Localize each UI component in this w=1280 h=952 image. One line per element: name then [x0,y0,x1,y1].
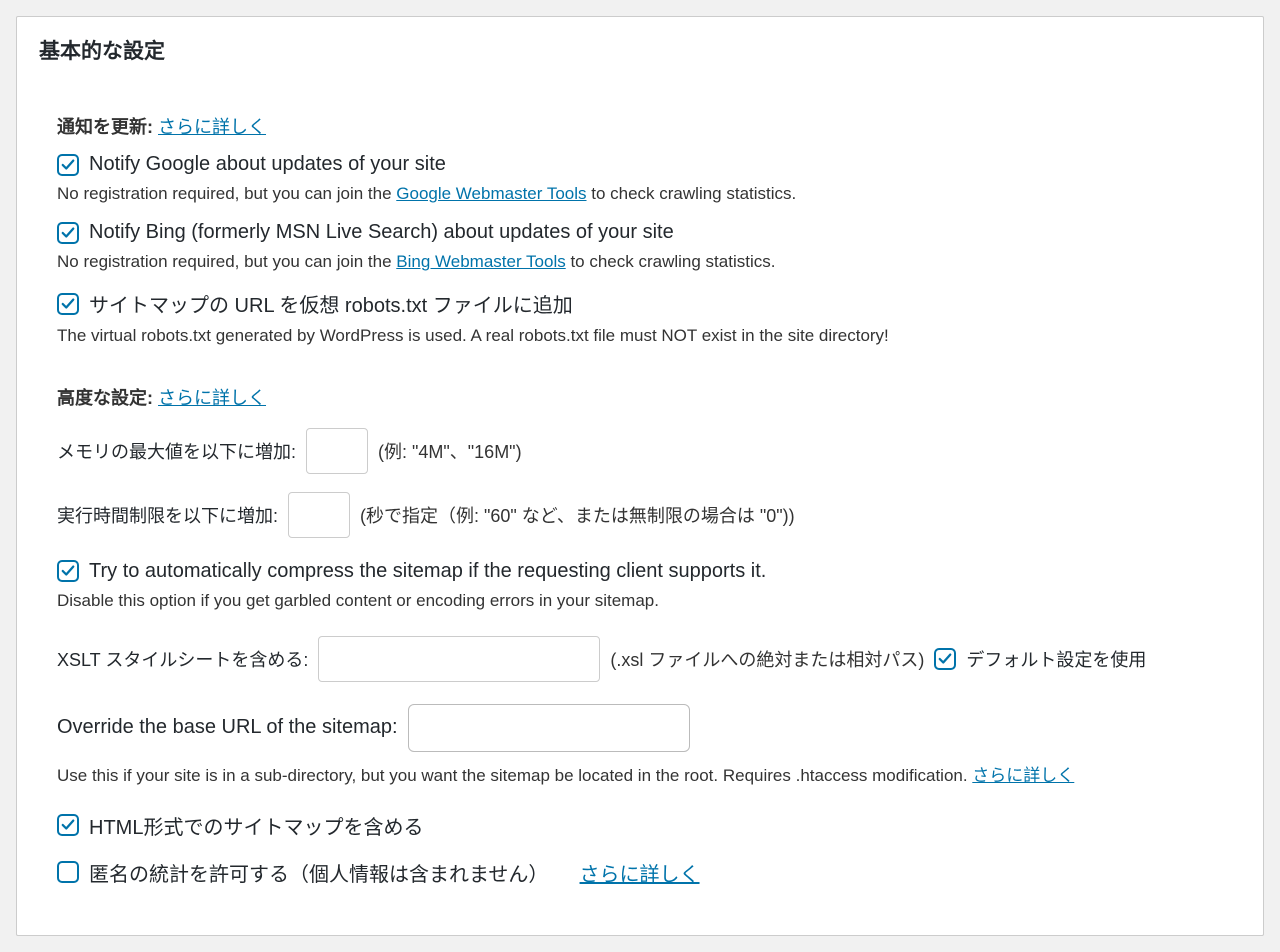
baseurl-desc: Use this if your site is in a sub-direct… [57,762,1223,789]
checkmark-icon [61,818,75,832]
anon-stats-label: 匿名の統計を許可する（個人情報は含まれません） [89,858,548,887]
bing-notify-label: Notify Bing (formerly MSN Live Search) a… [89,221,674,244]
option-google-notify: Notify Google about updates of your site… [57,153,1223,207]
option-memory-row: メモリの最大値を以下に増加: (例: "4M"、"16M") [57,428,1223,474]
xslt-hint: (.xsl ファイルへの絶対または相対パス) [610,646,924,672]
compress-label: Try to automatically compress the sitema… [89,560,766,583]
section-heading-notification: 通知を更新: さらに詳しく [57,113,1223,139]
option-bing-notify: Notify Bing (formerly MSN Live Search) a… [57,221,1223,275]
exec-input[interactable] [288,492,350,538]
exec-hint: (秒で指定（例: "60" など、または無制限の場合は "0")) [360,502,795,528]
robots-desc: The virtual robots.txt generated by Word… [57,322,1223,349]
option-html-sitemap: HTML形式でのサイトマップを含める [57,811,1223,840]
html-sitemap-label: HTML形式でのサイトマップを含める [89,811,423,840]
bing-notify-checkbox[interactable] [57,222,79,244]
checkmark-icon [938,652,952,666]
baseurl-label: Override the base URL of the sitemap: [57,716,398,739]
baseurl-input[interactable] [408,704,690,752]
advanced-learn-more-link[interactable]: さらに詳しく [158,388,266,408]
panel-body: 通知を更新: さらに詳しく Notify Google about update… [17,73,1263,935]
compress-desc: Disable this option if you get garbled c… [57,587,1223,614]
checkmark-icon [61,297,75,311]
bing-desc-post: to check crawling statistics. [566,252,776,271]
google-notify-label: Notify Google about updates of your site [89,153,446,176]
option-robots-txt: サイトマップの URL を仮想 robots.txt ファイルに追加 The v… [57,289,1223,349]
checkmark-icon [61,226,75,240]
section-heading-advanced: 高度な設定: さらに詳しく [57,384,1223,410]
google-notify-checkbox[interactable] [57,154,79,176]
xslt-default-checkbox[interactable] [934,648,956,670]
option-exec-row: 実行時間制限を以下に増加: (秒で指定（例: "60" など、または無制限の場合… [57,492,1223,538]
option-compress: Try to automatically compress the sitema… [57,560,1223,614]
google-desc-pre: No registration required, but you can jo… [57,184,396,203]
bing-webmaster-tools-link[interactable]: Bing Webmaster Tools [396,252,565,271]
xslt-input[interactable] [318,636,600,682]
memory-hint: (例: "4M"、"16M") [378,438,522,464]
anon-stats-learn-more-link[interactable]: さらに詳しく [580,858,700,887]
google-notify-desc: No registration required, but you can jo… [57,180,1223,207]
exec-label: 実行時間制限を以下に増加: [57,502,278,528]
xslt-label: XSLT スタイルシートを含める: [57,646,308,672]
option-anon-stats: 匿名の統計を許可する（個人情報は含まれません） さらに詳しく [57,858,1223,887]
robots-checkbox[interactable] [57,293,79,315]
checkmark-icon [61,564,75,578]
checkmark-icon [61,158,75,172]
google-webmaster-tools-link[interactable]: Google Webmaster Tools [396,184,586,203]
robots-label: サイトマップの URL を仮想 robots.txt ファイルに追加 [89,289,573,318]
option-baseurl-row: Override the base URL of the sitemap: [57,704,1223,752]
basic-settings-panel: 基本的な設定 通知を更新: さらに詳しく Notify Google about… [16,16,1264,936]
panel-title: 基本的な設定 [17,17,1263,73]
baseurl-learn-more-link[interactable]: さらに詳しく [972,766,1074,785]
notification-heading-text: 通知を更新: [57,117,153,137]
memory-input[interactable] [306,428,368,474]
xslt-default-label: デフォルト設定を使用 [966,646,1146,672]
notification-learn-more-link[interactable]: さらに詳しく [158,117,266,137]
html-sitemap-checkbox[interactable] [57,814,79,836]
google-desc-post: to check crawling statistics. [587,184,797,203]
bing-desc-pre: No registration required, but you can jo… [57,252,396,271]
compress-checkbox[interactable] [57,560,79,582]
anon-stats-checkbox[interactable] [57,861,79,883]
baseurl-desc-text: Use this if your site is in a sub-direct… [57,766,972,785]
advanced-heading-text: 高度な設定: [57,388,153,408]
bing-notify-desc: No registration required, but you can jo… [57,248,1223,275]
memory-label: メモリの最大値を以下に増加: [57,438,296,464]
option-xslt-row: XSLT スタイルシートを含める: (.xsl ファイルへの絶対または相対パス)… [57,636,1223,682]
